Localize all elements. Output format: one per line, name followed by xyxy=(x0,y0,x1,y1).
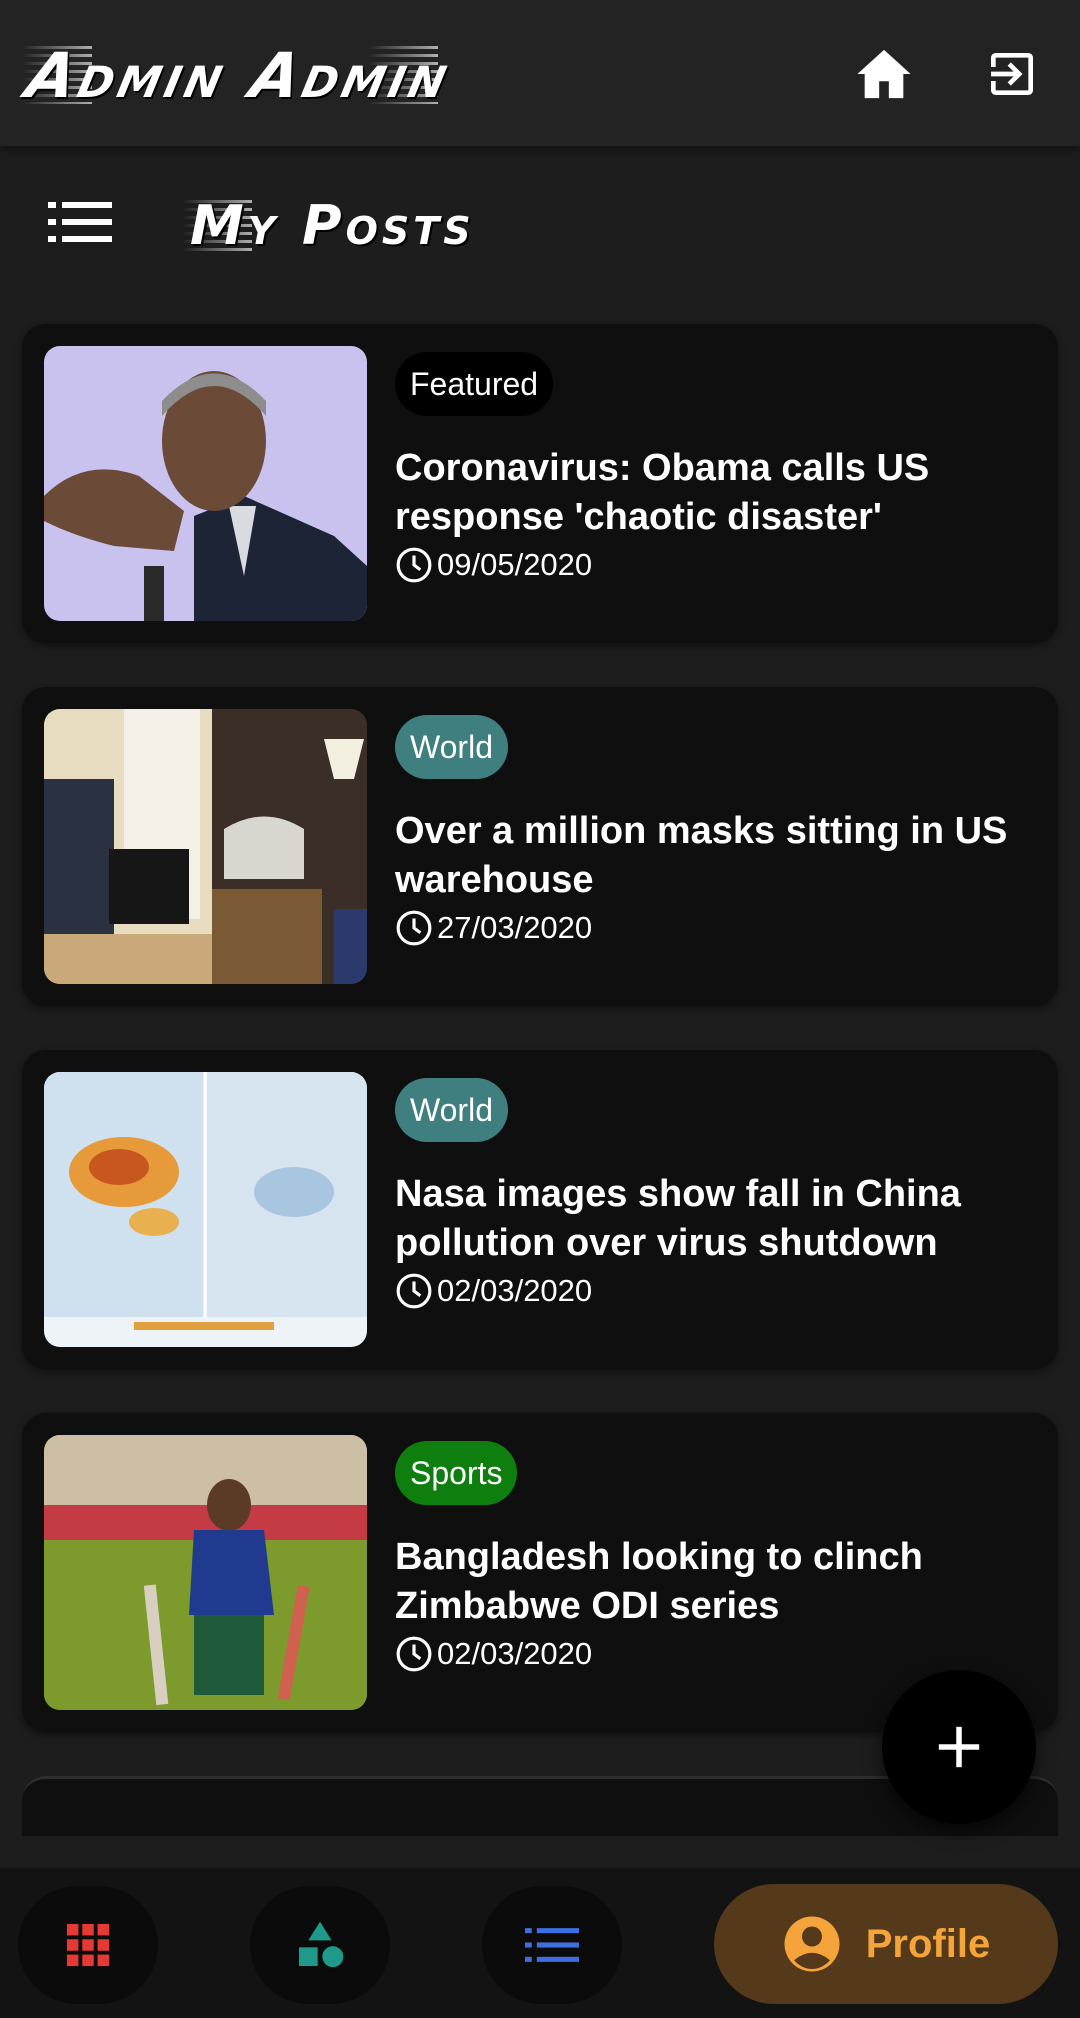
nav-item-posts[interactable] xyxy=(482,1886,622,2004)
post-date: 27/03/2020 xyxy=(395,909,1015,947)
post-thumbnail xyxy=(44,346,367,621)
clock-icon xyxy=(396,1636,432,1672)
post-card[interactable]: World Nasa images show fall in China pol… xyxy=(22,1050,1058,1369)
cricket-photo xyxy=(44,1435,367,1710)
post-title: Nasa images show fall in China pollution… xyxy=(395,1173,961,1264)
portrait-photo xyxy=(44,346,367,621)
post-title: Bangladesh looking to clinch Zimbabwe OD… xyxy=(395,1536,923,1627)
list-menu-icon xyxy=(48,202,112,242)
post-card[interactable]: Featured Coronavirus: Obama calls US res… xyxy=(22,324,1058,643)
nav-item-categories[interactable] xyxy=(250,1886,390,2004)
category-badge[interactable]: World xyxy=(395,715,508,779)
post-card[interactable]: Sports Bangladesh looking to clinch Zimb… xyxy=(22,1413,1058,1732)
category-badge[interactable]: Sports xyxy=(395,1441,518,1505)
post-card[interactable]: World Over a million masks sitting in US… xyxy=(22,687,1058,1006)
page-title-wrap: My Posts xyxy=(182,194,475,257)
app-root: Admin Admin My Posts Featured Coronaviru… xyxy=(0,0,1080,2018)
add-post-button[interactable] xyxy=(882,1670,1036,1824)
post-date: 02/03/2020 xyxy=(395,1635,1015,1673)
brand-title: Admin Admin xyxy=(20,38,459,112)
post-date-text: 09/05/2020 xyxy=(437,547,593,582)
grid-icon xyxy=(66,1923,110,1967)
brand-logo: Admin Admin xyxy=(20,39,458,112)
list-icon xyxy=(525,1928,579,1962)
nav-item-profile[interactable]: Profile xyxy=(714,1884,1058,2004)
post-thumbnail xyxy=(44,1435,367,1710)
plus-icon xyxy=(938,1726,980,1768)
menu-button[interactable] xyxy=(48,202,112,247)
category-badge[interactable]: World xyxy=(395,1078,508,1142)
home-button[interactable] xyxy=(852,42,916,106)
post-date-text: 02/03/2020 xyxy=(437,1636,593,1671)
bottom-navigation: Profile xyxy=(0,1868,1080,2018)
nav-item-grid[interactable] xyxy=(18,1886,158,2004)
category-badge[interactable]: Featured xyxy=(395,352,554,416)
page-title: My Posts xyxy=(190,194,475,257)
account-circle-icon xyxy=(784,1916,840,1972)
shapes-icon xyxy=(299,1921,344,1968)
home-icon xyxy=(857,49,911,99)
post-thumbnail xyxy=(44,709,367,984)
post-title: Coronavirus: Obama calls US response 'ch… xyxy=(395,447,930,538)
nav-profile-label: Profile xyxy=(865,1921,991,1966)
logout-icon xyxy=(991,53,1033,95)
post-thumbnail xyxy=(44,1072,367,1347)
top-app-bar: Admin Admin xyxy=(0,0,1080,146)
split-photo xyxy=(44,709,367,984)
logout-button[interactable] xyxy=(980,42,1044,106)
pollution-map-photo xyxy=(44,1072,367,1347)
clock-icon xyxy=(396,1273,432,1309)
post-date-text: 27/03/2020 xyxy=(437,910,593,945)
posts-list: Featured Coronavirus: Obama calls US res… xyxy=(22,324,1058,1776)
post-title: Over a million masks sitting in US wareh… xyxy=(395,810,1008,901)
clock-icon xyxy=(396,910,432,946)
post-date-text: 02/03/2020 xyxy=(437,1273,593,1308)
post-date: 09/05/2020 xyxy=(395,546,1015,584)
post-date: 02/03/2020 xyxy=(395,1272,1015,1310)
page-header: My Posts xyxy=(0,180,1080,270)
clock-icon xyxy=(396,547,432,583)
